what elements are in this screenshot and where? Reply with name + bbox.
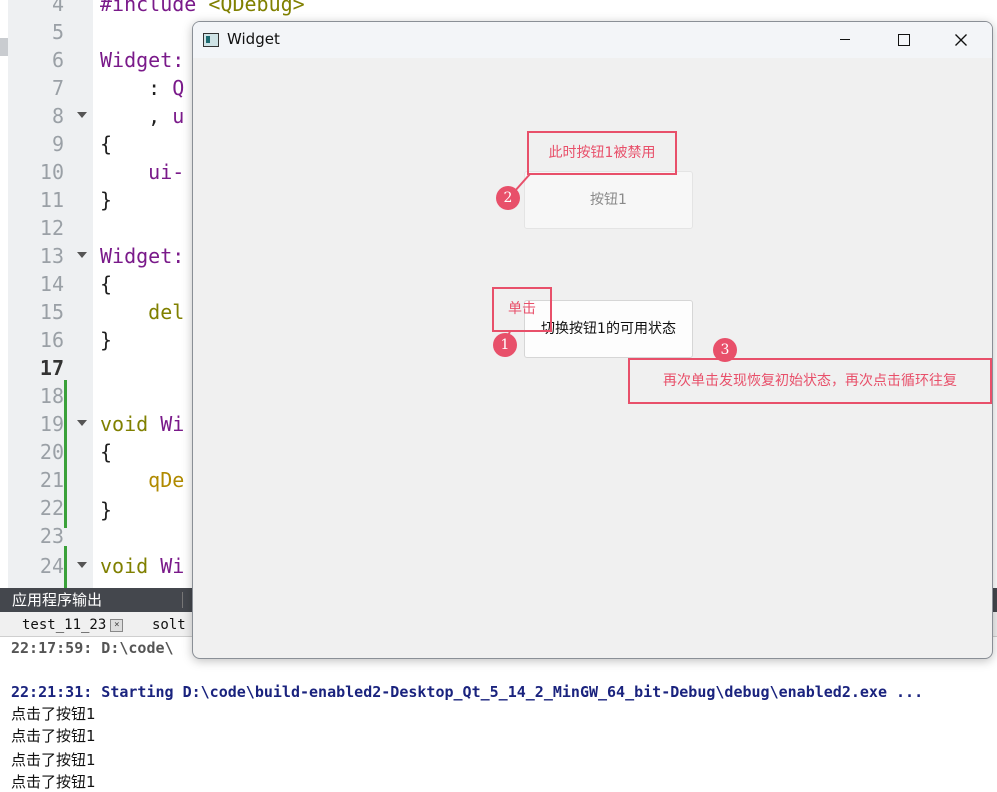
annotation-badge-2: 2 xyxy=(496,186,520,210)
annotation-badge-1: 1 xyxy=(493,333,517,357)
annotation-box-1: 单击 xyxy=(492,287,552,332)
annotation-box-2: 此时按钮1被禁用 xyxy=(527,131,677,175)
annotation-box-3: 再次单击发现恢复初始状态，再次点击循环往复 xyxy=(628,358,992,404)
